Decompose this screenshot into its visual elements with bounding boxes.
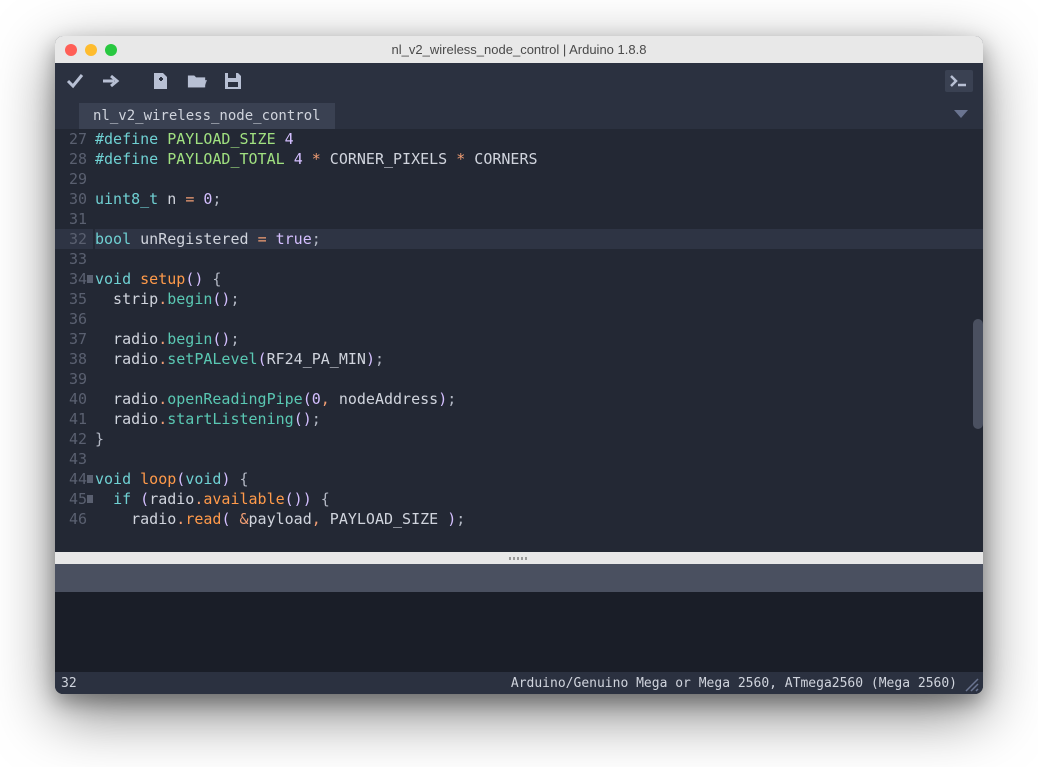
line-number: 43 [55, 449, 93, 469]
save-file-button[interactable] [223, 71, 243, 91]
line-number: 44 [55, 469, 93, 489]
code-line[interactable]: strip.begin(); [95, 289, 983, 309]
window-title: nl_v2_wireless_node_control | Arduino 1.… [55, 42, 983, 57]
line-number: 37 [55, 329, 93, 349]
editor-splitter[interactable] [55, 552, 983, 564]
upload-button[interactable] [101, 71, 121, 91]
code-editor[interactable]: 2728293031323334353637383940414243444546… [55, 129, 983, 552]
line-number: 42 [55, 429, 93, 449]
minimize-window-button[interactable] [85, 44, 97, 56]
code-line[interactable]: void loop(void) { [95, 469, 983, 489]
code-line[interactable] [95, 369, 983, 389]
toolbar-left [65, 71, 121, 91]
toolbar [55, 63, 983, 99]
vertical-scrollbar[interactable] [973, 319, 983, 429]
code-line[interactable] [95, 169, 983, 189]
verify-button[interactable] [65, 71, 85, 91]
line-number: 36 [55, 309, 93, 329]
zoom-window-button[interactable] [105, 44, 117, 56]
code-line[interactable] [95, 209, 983, 229]
line-number: 27 [55, 129, 93, 149]
toolbar-file-group [151, 71, 243, 91]
code-line[interactable]: void setup() { [95, 269, 983, 289]
message-strip [55, 564, 983, 592]
tab-bar: nl_v2_wireless_node_control [55, 99, 983, 129]
titlebar: nl_v2_wireless_node_control | Arduino 1.… [55, 36, 983, 63]
code-line[interactable]: #define PAYLOAD_SIZE 4 [95, 129, 983, 149]
line-number: 31 [55, 209, 93, 229]
window-controls [65, 44, 117, 56]
line-number: 38 [55, 349, 93, 369]
code-line[interactable]: radio.openReadingPipe(0, nodeAddress); [95, 389, 983, 409]
code-line[interactable]: #define PAYLOAD_TOTAL 4 * CORNER_PIXELS … [95, 149, 983, 169]
code-line[interactable]: radio.begin(); [95, 329, 983, 349]
serial-monitor-button[interactable] [945, 70, 973, 92]
code-line[interactable]: if (radio.available()) { [95, 489, 983, 509]
tab-menu-dropdown[interactable] [953, 107, 969, 125]
line-number: 45 [55, 489, 93, 509]
line-number: 41 [55, 409, 93, 429]
line-number: 39 [55, 369, 93, 389]
line-number: 34 [55, 269, 93, 289]
code-line[interactable] [95, 449, 983, 469]
code-line[interactable] [95, 249, 983, 269]
line-number: 40 [55, 389, 93, 409]
line-number: 33 [55, 249, 93, 269]
code-area[interactable]: #define PAYLOAD_SIZE 4#define PAYLOAD_TO… [93, 129, 983, 552]
code-line[interactable]: uint8_t n = 0; [95, 189, 983, 209]
line-number: 30 [55, 189, 93, 209]
close-window-button[interactable] [65, 44, 77, 56]
code-line[interactable]: bool unRegistered = true; [95, 229, 983, 249]
open-file-button[interactable] [187, 71, 207, 91]
line-number: 29 [55, 169, 93, 189]
resize-grip-icon[interactable] [965, 678, 979, 692]
line-number: 32 [55, 229, 93, 249]
new-file-button[interactable] [151, 71, 171, 91]
line-number: 46 [55, 509, 93, 529]
app-window: nl_v2_wireless_node_control | Arduino 1.… [55, 36, 983, 694]
status-bar: 32 Arduino/Genuino Mega or Mega 2560, AT… [55, 672, 983, 694]
code-line[interactable]: radio.setPALevel(RF24_PA_MIN); [95, 349, 983, 369]
code-line[interactable]: radio.read( &payload, PAYLOAD_SIZE ); [95, 509, 983, 529]
code-line[interactable] [95, 309, 983, 329]
board-indicator: Arduino/Genuino Mega or Mega 2560, ATmeg… [511, 676, 957, 691]
cursor-line-indicator: 32 [61, 676, 77, 691]
console-output[interactable] [55, 592, 983, 672]
code-line[interactable]: } [95, 429, 983, 449]
line-number: 28 [55, 149, 93, 169]
code-line[interactable]: radio.startListening(); [95, 409, 983, 429]
editor-tab[interactable]: nl_v2_wireless_node_control [79, 103, 335, 129]
line-number: 35 [55, 289, 93, 309]
line-number-gutter: 2728293031323334353637383940414243444546 [55, 129, 93, 552]
